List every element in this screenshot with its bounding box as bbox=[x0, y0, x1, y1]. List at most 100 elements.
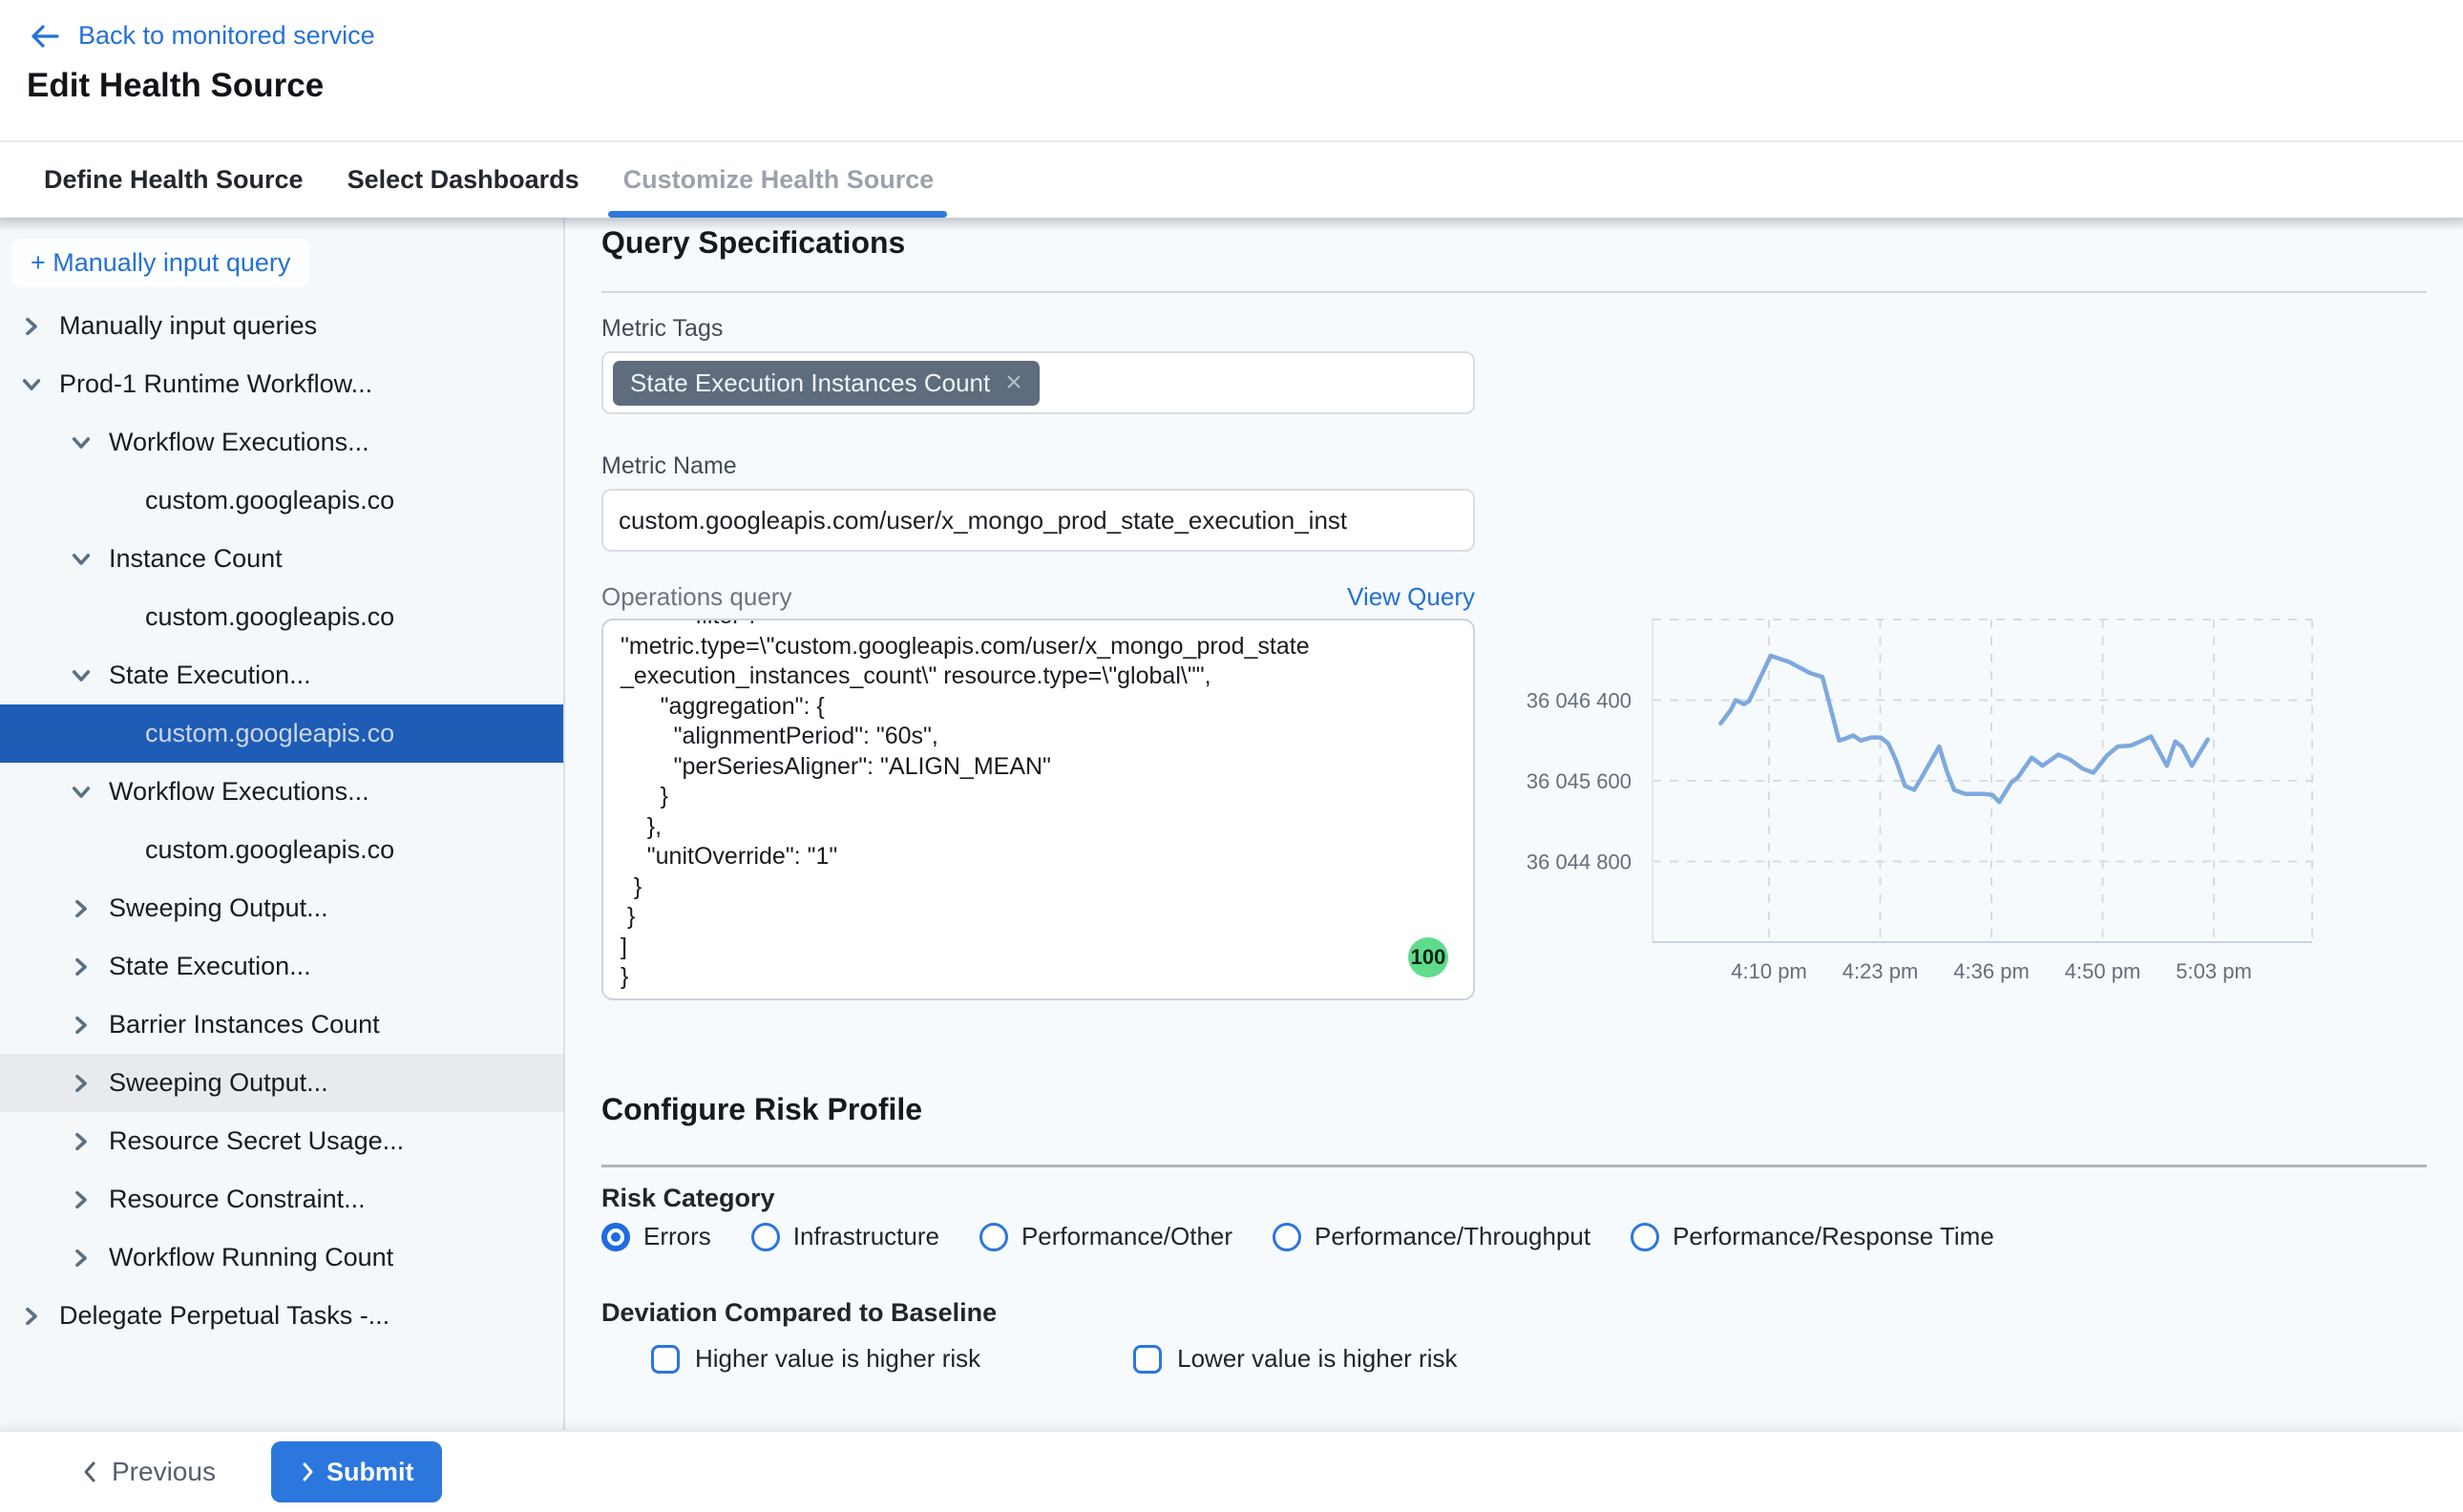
tree-item[interactable]: State Execution... bbox=[0, 937, 563, 996]
main-panel: Query Specifications Metric Tags State E… bbox=[565, 218, 2463, 1430]
query-score-badge: 100 bbox=[1408, 937, 1448, 977]
tab-select-dashboards[interactable]: Select Dashboards bbox=[347, 142, 579, 218]
chevron-down-icon[interactable] bbox=[69, 780, 94, 805]
tab-bar: Define Health Source Select Dashboards Cus… bbox=[44, 142, 934, 218]
operations-query-code: "filter": "metric.type=\"custom.googleap… bbox=[621, 619, 1456, 993]
chevron-right-icon[interactable] bbox=[69, 1071, 94, 1096]
chevron-right-icon[interactable] bbox=[69, 1187, 94, 1212]
tree-item[interactable]: Instance Count bbox=[0, 530, 563, 588]
previous-button[interactable]: Previous bbox=[81, 1457, 216, 1487]
tree-item-label: Prod-1 Runtime Workflow... bbox=[59, 369, 372, 399]
x-tick-label: 4:23 pm bbox=[1842, 959, 1919, 983]
tree-item-label: State Execution... bbox=[109, 952, 311, 981]
view-query-link[interactable]: View Query bbox=[1347, 582, 1475, 612]
tree-item-label: Workflow Executions... bbox=[109, 428, 369, 457]
tree-item-label: Barrier Instances Count bbox=[109, 1010, 380, 1040]
back-link[interactable]: Back to monitored service bbox=[29, 21, 375, 51]
risk-category-option[interactable]: Performance/Throughput bbox=[1273, 1222, 1590, 1251]
radio-icon[interactable] bbox=[979, 1223, 1008, 1251]
x-tick-label: 4:50 pm bbox=[2065, 959, 2141, 983]
tree-item-label: Sweeping Output... bbox=[109, 1068, 328, 1098]
add-manual-query-button[interactable]: + Manually input query bbox=[11, 239, 309, 287]
radio-icon[interactable] bbox=[751, 1223, 780, 1251]
chevron-right-icon[interactable] bbox=[19, 314, 44, 339]
tree-item[interactable]: custom.googleapis.co bbox=[0, 821, 563, 879]
chevron-right-icon[interactable] bbox=[69, 1013, 94, 1038]
chevron-right-icon[interactable] bbox=[69, 955, 94, 979]
radio-icon[interactable] bbox=[1631, 1223, 1659, 1251]
x-tick-label: 4:10 pm bbox=[1731, 959, 1807, 983]
configure-risk-profile-title: Configure Risk Profile bbox=[601, 1092, 922, 1127]
query-specifications-title: Query Specifications bbox=[601, 225, 905, 261]
content-area: + Manually input query Manually input qu… bbox=[0, 218, 2463, 1430]
tab-customize-health-source[interactable]: Customize Health Source bbox=[623, 142, 935, 218]
metric-tags-label: Metric Tags bbox=[601, 315, 723, 343]
radio-label: Performance/Other bbox=[1021, 1222, 1232, 1251]
radio-icon[interactable] bbox=[601, 1223, 630, 1251]
remove-tag-icon[interactable]: × bbox=[1005, 368, 1022, 397]
tree-item[interactable]: custom.googleapis.co bbox=[0, 472, 563, 530]
tree-item[interactable]: Prod-1 Runtime Workflow... bbox=[0, 355, 563, 413]
deviation-checkbox-group: Higher value is higher risk Lower value i… bbox=[651, 1344, 1458, 1374]
chevron-down-icon[interactable] bbox=[69, 430, 94, 455]
chevron-right-icon[interactable] bbox=[69, 1246, 94, 1270]
radio-label: Infrastructure bbox=[793, 1222, 939, 1251]
chevron-down-icon[interactable] bbox=[19, 372, 44, 397]
tree-item-label: custom.googleapis.co bbox=[145, 486, 394, 515]
tree-item[interactable]: custom.googleapis.co bbox=[0, 704, 563, 763]
tree-item[interactable]: custom.googleapis.co bbox=[0, 588, 563, 646]
chevron-down-icon[interactable] bbox=[69, 547, 94, 572]
operations-query-editor[interactable]: "filter": "metric.type=\"custom.googleap… bbox=[601, 619, 1475, 1000]
risk-category-label: Risk Category bbox=[601, 1184, 775, 1213]
back-link-label: Back to monitored service bbox=[78, 21, 375, 51]
radio-icon[interactable] bbox=[1273, 1223, 1301, 1251]
deviation-option[interactable]: Higher value is higher risk bbox=[651, 1344, 980, 1374]
tree-item[interactable]: State Execution... bbox=[0, 646, 563, 704]
y-tick-label: 36 045 600 bbox=[1526, 769, 1631, 793]
submit-button[interactable]: Submit bbox=[271, 1441, 443, 1502]
tree-item[interactable]: Sweeping Output... bbox=[0, 1054, 563, 1112]
chevron-left-icon bbox=[81, 1460, 98, 1484]
tree-item[interactable]: Barrier Instances Count bbox=[0, 996, 563, 1054]
tree-item[interactable]: Workflow Executions... bbox=[0, 413, 563, 472]
risk-category-option[interactable]: Infrastructure bbox=[751, 1222, 939, 1251]
x-tick-label: 4:36 pm bbox=[1953, 959, 2030, 983]
tab-label: Select Dashboards bbox=[347, 165, 579, 195]
deviation-option[interactable]: Lower value is higher risk bbox=[1133, 1344, 1457, 1374]
metric-tags-input[interactable]: State Execution Instances Count × bbox=[601, 351, 1475, 414]
page-header: Back to monitored service Edit Health So… bbox=[0, 0, 2463, 218]
chevron-right-icon[interactable] bbox=[69, 1129, 94, 1154]
risk-category-option[interactable]: Performance/Other bbox=[979, 1222, 1232, 1251]
chevron-right-icon[interactable] bbox=[69, 896, 94, 921]
tree-item-label: Resource Constraint... bbox=[109, 1185, 366, 1214]
tab-label: Define Health Source bbox=[44, 165, 304, 195]
line-chart: 36 044 80036 045 60036 046 4004:10 pm4:2… bbox=[1489, 611, 2348, 1012]
metric-name-label: Metric Name bbox=[601, 452, 737, 480]
y-tick-label: 36 046 400 bbox=[1526, 689, 1631, 713]
tree-item[interactable]: Workflow Running Count bbox=[0, 1228, 563, 1287]
tree-item-label: State Execution... bbox=[109, 661, 311, 690]
checkbox-label: Higher value is higher risk bbox=[695, 1344, 980, 1374]
metric-name-input[interactable] bbox=[601, 489, 1475, 552]
tab-define-health-source[interactable]: Define Health Source bbox=[44, 142, 304, 218]
risk-category-option[interactable]: Errors bbox=[601, 1222, 711, 1251]
tree-item[interactable]: Resource Secret Usage... bbox=[0, 1112, 563, 1170]
edit-health-source-page: Back to monitored service Edit Health So… bbox=[0, 0, 2463, 1512]
risk-category-radio-group: Errors Infrastructure Performance/Other Per… bbox=[601, 1222, 1994, 1251]
section-divider bbox=[601, 1165, 2427, 1167]
risk-category-option[interactable]: Performance/Response Time bbox=[1631, 1222, 1994, 1251]
submit-button-label: Submit bbox=[326, 1458, 414, 1487]
tree-item[interactable]: Sweeping Output... bbox=[0, 879, 563, 937]
chevron-down-icon[interactable] bbox=[69, 663, 94, 688]
tree-item[interactable]: Delegate Perpetual Tasks -... bbox=[0, 1287, 563, 1345]
tree-item-label: custom.googleapis.co bbox=[145, 719, 394, 748]
checkbox-icon[interactable] bbox=[1133, 1345, 1162, 1374]
radio-label: Errors bbox=[643, 1222, 711, 1251]
tree-item[interactable]: Resource Constraint... bbox=[0, 1170, 563, 1228]
sidebar-tree: Manually input queries Prod-1 Runtime Wor… bbox=[0, 297, 563, 1345]
tree-item[interactable]: Workflow Executions... bbox=[0, 763, 563, 821]
radio-label: Performance/Response Time bbox=[1673, 1222, 1994, 1251]
checkbox-icon[interactable] bbox=[651, 1345, 680, 1374]
tree-item[interactable]: Manually input queries bbox=[0, 297, 563, 355]
chevron-right-icon[interactable] bbox=[19, 1304, 44, 1329]
